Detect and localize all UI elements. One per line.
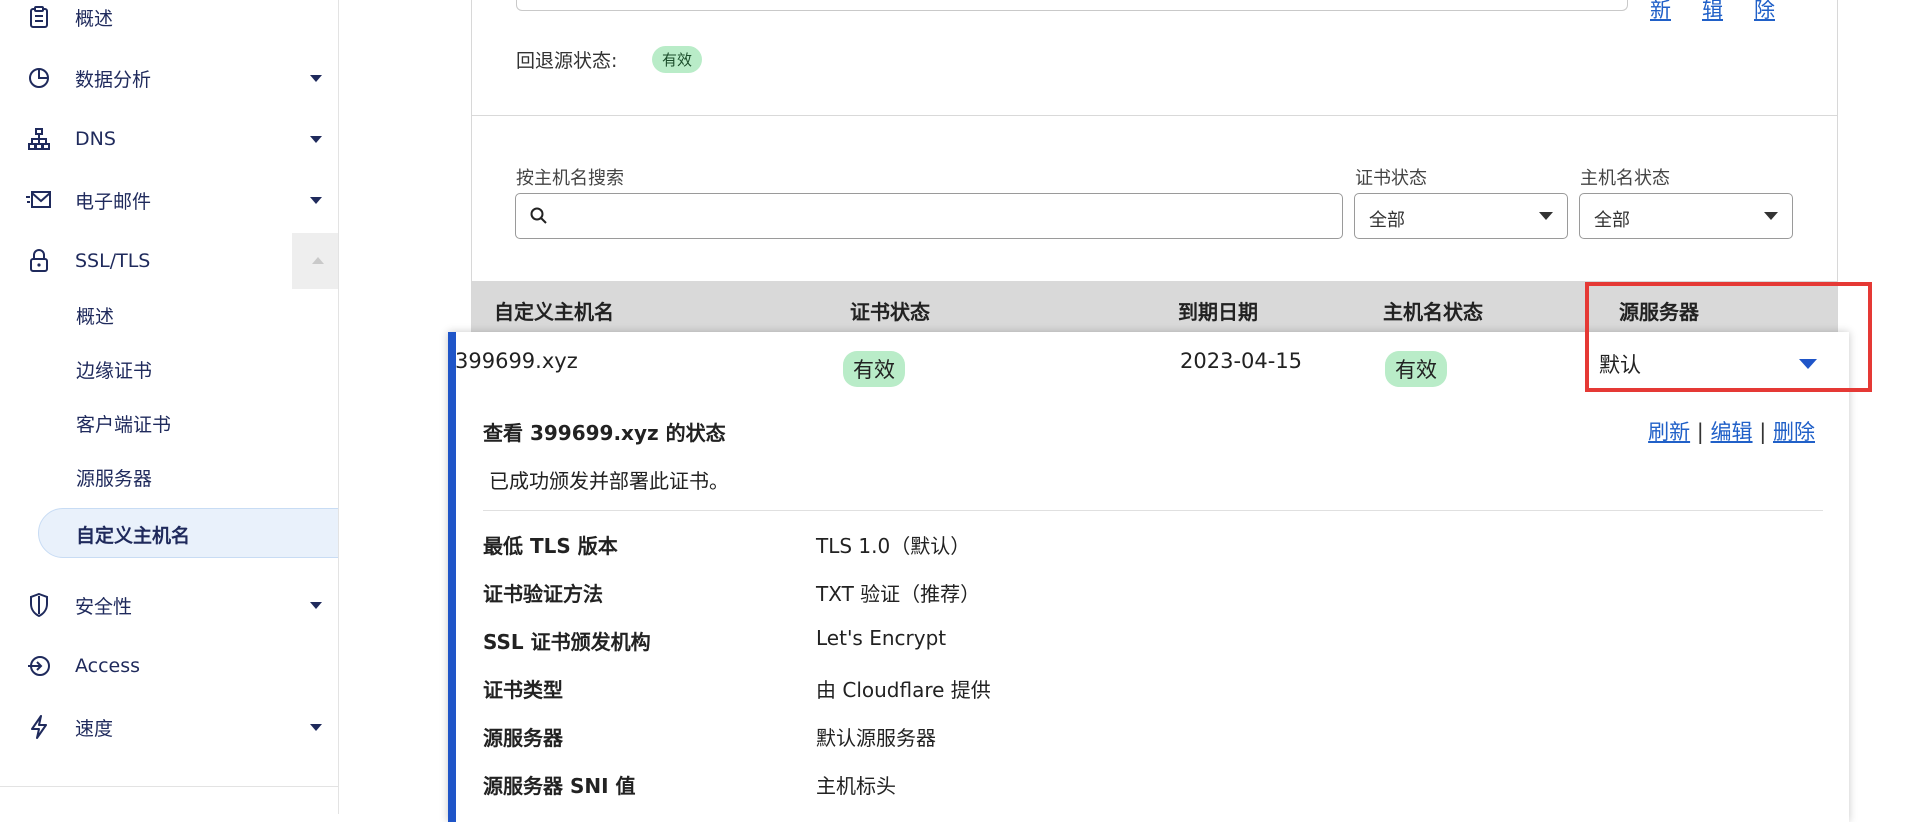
chevron-down-icon[interactable] xyxy=(310,601,322,609)
sidebar-item-security[interactable]: 安全性 xyxy=(0,577,338,633)
hostname-cell: 399699.xyz xyxy=(455,349,578,373)
sidebar-subitem-origin-server[interactable]: 源服务器 xyxy=(76,464,152,491)
clipboard-icon xyxy=(26,4,52,30)
sidebar-item-speed[interactable]: 速度 xyxy=(0,699,338,755)
section-divider xyxy=(472,115,1837,116)
sidebar-subitem-overview[interactable]: 概述 xyxy=(76,302,114,329)
top-link-add[interactable]: 新 xyxy=(1650,0,1671,24)
chevron-down-icon[interactable] xyxy=(310,196,322,204)
detail-value: 默认源服务器 xyxy=(816,726,936,750)
detail-key: 证书类型 xyxy=(483,678,563,702)
sidebar-item-label: 自定义主机名 xyxy=(76,525,191,547)
detail-value: 由 Cloudflare 提供 xyxy=(816,678,991,702)
sidebar-item-analytics[interactable]: 数据分析 xyxy=(0,50,338,106)
detail-title: 查看 399699.xyz 的状态 xyxy=(483,421,726,445)
detail-key: 源服务器 SNI 值 xyxy=(483,774,636,798)
detail-value: TLS 1.0（默认） xyxy=(816,534,971,558)
delete-link[interactable]: 删除 xyxy=(1773,420,1815,444)
lock-icon xyxy=(26,248,52,274)
top-link-edit[interactable]: 辑 xyxy=(1702,0,1723,24)
sidebar-item-label: 数据分析 xyxy=(75,68,152,91)
detail-value: 主机标头 xyxy=(816,774,896,798)
column-header[interactable]: 到期日期 xyxy=(1178,296,1258,325)
sidebar-item-ssl-tls[interactable]: SSL/TLS xyxy=(0,233,338,289)
column-header[interactable]: 自定义主机名 xyxy=(494,296,614,325)
sidebar-item-label: DNS xyxy=(75,128,116,150)
sidebar-item-label: 速度 xyxy=(75,717,114,740)
link-separator: | xyxy=(1759,420,1767,444)
table-row-expanded[interactable]: 399699.xyz 有效 2023-04-15 有效 默认 查看 399699… xyxy=(448,332,1849,822)
sidebar-item-dns[interactable]: DNS xyxy=(0,111,338,167)
sidebar-item-label: SSL/TLS xyxy=(75,250,151,272)
detail-description: 已成功颁发并部署此证书。 xyxy=(489,469,729,493)
sidebar: 概述 数据分析 DNS 电子邮件 SSL/TLS 概述 边缘证书 客户端证书 源… xyxy=(0,0,339,814)
top-link-delete[interactable]: 除 xyxy=(1754,0,1775,24)
status-badge: 有效 xyxy=(652,46,703,73)
hostname-status-label: 主机名状态 xyxy=(1580,168,1670,189)
hostname-status-select[interactable]: 全部 xyxy=(1579,193,1793,239)
link-separator: | xyxy=(1696,420,1704,444)
sidebar-item-access[interactable]: Access xyxy=(0,638,338,694)
highlight-box xyxy=(1585,282,1872,392)
network-icon xyxy=(26,126,52,152)
lightning-icon xyxy=(26,714,52,740)
column-header[interactable]: 主机名状态 xyxy=(1383,296,1483,325)
search-icon xyxy=(530,207,547,224)
refresh-link[interactable]: 刷新 xyxy=(1648,420,1690,444)
status-badge: 有效 xyxy=(843,351,905,387)
detail-key: 最低 TLS 版本 xyxy=(483,534,618,558)
status-badge: 有效 xyxy=(1385,351,1447,387)
fallback-origin-input[interactable] xyxy=(516,0,1628,11)
detail-divider xyxy=(483,510,1823,511)
sidebar-subitem-custom-hostnames[interactable]: 自定义主机名 xyxy=(38,508,338,558)
pie-chart-icon xyxy=(26,65,52,91)
sidebar-subitem-client-certificates[interactable]: 客户端证书 xyxy=(76,410,171,437)
sidebar-subitem-edge-certificates[interactable]: 边缘证书 xyxy=(76,356,152,383)
detail-key: 源服务器 xyxy=(483,726,563,750)
mail-icon xyxy=(26,187,52,213)
sidebar-footer-divider xyxy=(0,786,338,787)
chevron-up-icon xyxy=(312,257,324,264)
search-label: 按主机名搜索 xyxy=(516,168,624,189)
sidebar-item-email[interactable]: 电子邮件 xyxy=(0,172,338,228)
detail-actions: 刷新 | 编辑 | 删除 xyxy=(1648,416,1815,446)
sidebar-item-label: 安全性 xyxy=(75,595,133,618)
cert-status-label: 证书状态 xyxy=(1355,168,1427,189)
chevron-down-icon xyxy=(1764,212,1778,220)
detail-key: 证书验证方法 xyxy=(483,582,603,606)
detail-value: TXT 验证（推荐） xyxy=(816,582,981,606)
chevron-down-icon xyxy=(1539,212,1553,220)
detail-key: SSL 证书颁发机构 xyxy=(483,630,651,654)
chevron-down-icon[interactable] xyxy=(310,135,322,143)
detail-value: Let's Encrypt xyxy=(816,626,947,650)
sidebar-item-label: Access xyxy=(75,655,141,677)
select-value: 全部 xyxy=(1369,210,1405,231)
chevron-down-icon[interactable] xyxy=(310,74,322,82)
chevron-down-icon[interactable] xyxy=(310,723,322,731)
cert-status-select[interactable]: 全部 xyxy=(1354,193,1568,239)
hostname-search-input[interactable] xyxy=(515,193,1343,239)
select-value: 全部 xyxy=(1594,210,1630,231)
expiry-cell: 2023-04-15 xyxy=(1180,349,1303,373)
column-header[interactable]: 证书状态 xyxy=(850,296,930,325)
access-icon xyxy=(26,653,52,679)
sidebar-item-label: 概述 xyxy=(75,7,114,30)
sidebar-item-overview[interactable]: 概述 xyxy=(0,0,338,45)
shield-icon xyxy=(26,592,52,618)
fallback-status-label: 回退源状态: xyxy=(516,50,618,72)
sidebar-item-label: 电子邮件 xyxy=(75,190,152,213)
edit-link[interactable]: 编辑 xyxy=(1711,420,1753,444)
